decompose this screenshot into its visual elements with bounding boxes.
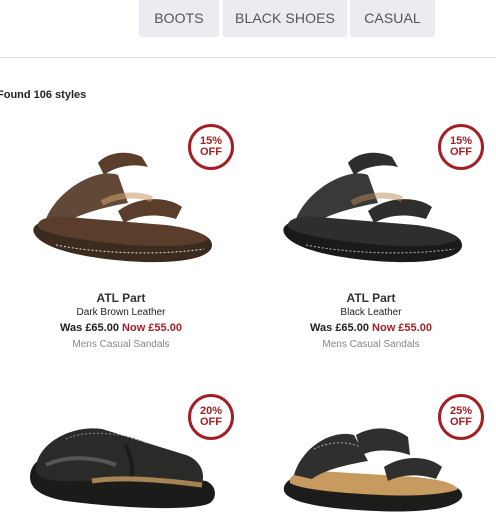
product-info: ATL Part Dark Brown Leather Was £65.00 N… (6, 291, 236, 350)
product-color: Black Leather (340, 307, 402, 318)
discount-badge: 20% OFF (188, 394, 234, 440)
price-now: Now £55.00 (122, 322, 182, 334)
filter-chip-boots[interactable]: BOOTS (139, 0, 219, 37)
product-price: Was £65.00 Now £55.00 (6, 322, 236, 337)
sandal-icon (30, 428, 215, 509)
product-category: Mens Casual Sandals (72, 339, 170, 350)
discount-badge: 25% OFF (438, 394, 484, 440)
discount-badge: 15% OFF (438, 124, 484, 170)
product-info: ATL Part Black Leather Was £65.00 Now £5… (256, 291, 486, 350)
filter-chip-casual[interactable]: CASUAL (350, 0, 435, 37)
filter-chip-black-shoes[interactable]: BLACK SHOES (223, 0, 347, 37)
product-name[interactable]: ATL Part (6, 291, 236, 306)
sandal-icon (283, 428, 463, 512)
filter-bar: BOOTS BLACK SHOES CASUAL (0, 0, 496, 58)
price-was: Was £65.00 (60, 322, 119, 334)
sandal-icon (283, 152, 463, 263)
results-count: Found 106 styles (0, 89, 87, 101)
price-now: Now £55.00 (372, 322, 432, 334)
product-name[interactable]: ATL Part (256, 291, 486, 306)
product-color: Dark Brown Leather (76, 307, 166, 318)
product-category: Mens Casual Sandals (322, 339, 420, 350)
discount-badge: 15% OFF (188, 124, 234, 170)
price-was: Was £65.00 (310, 322, 369, 334)
product-price: Was £65.00 Now £55.00 (256, 322, 486, 337)
sandal-icon (33, 152, 213, 263)
